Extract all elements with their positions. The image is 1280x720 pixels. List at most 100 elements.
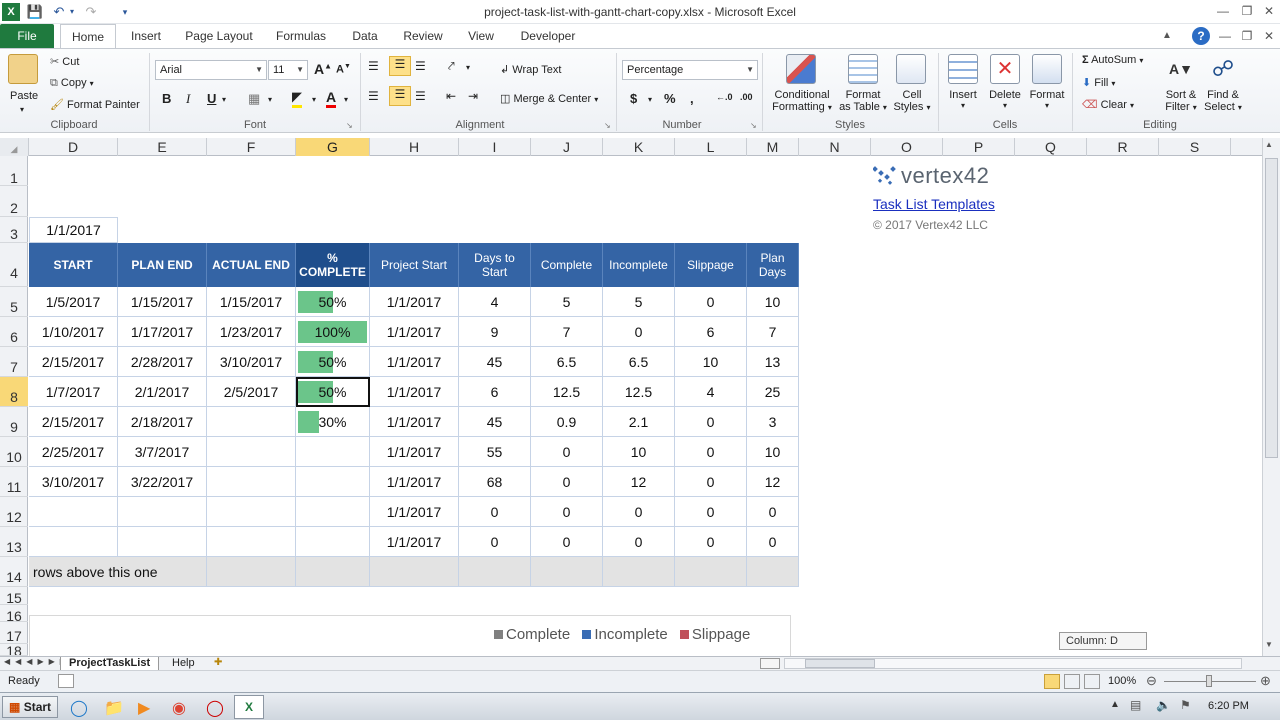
- currency-dropdown-icon[interactable]: ▾: [648, 95, 652, 104]
- split-box-icon[interactable]: [760, 658, 780, 669]
- pct-complete-cell[interactable]: 50%: [296, 347, 370, 377]
- slippage-cell[interactable]: 0: [675, 407, 747, 437]
- number-launcher-icon[interactable]: ↘: [750, 121, 757, 130]
- horizontal-scroll-thumb[interactable]: [805, 659, 875, 668]
- days-to-start-cell[interactable]: 45: [459, 407, 531, 437]
- header-start[interactable]: START: [29, 243, 118, 287]
- days-to-start-cell[interactable]: 0: [459, 527, 531, 557]
- conditional-formatting-button[interactable]: Conditional Formatting ▾: [770, 89, 834, 113]
- row-header-9[interactable]: 9: [0, 407, 28, 437]
- plan-days-cell[interactable]: 13: [747, 347, 799, 377]
- chrome-icon[interactable]: ◉: [172, 698, 186, 718]
- pct-complete-cell[interactable]: 100%: [296, 317, 370, 347]
- plan-end-cell[interactable]: 3/7/2017: [118, 437, 207, 467]
- font-size-combo[interactable]: 11 ▼: [268, 60, 308, 80]
- align-right-icon[interactable]: ☰: [415, 89, 426, 103]
- complete-cell[interactable]: 6.5: [531, 347, 603, 377]
- vertical-scrollbar[interactable]: ▲ ▼: [1262, 138, 1280, 656]
- select-all-corner[interactable]: ◢: [0, 138, 29, 156]
- column-header-s[interactable]: S: [1159, 138, 1231, 156]
- close-icon[interactable]: ✕: [1258, 2, 1280, 20]
- tab-file[interactable]: File: [0, 24, 54, 48]
- font-name-combo[interactable]: Arial ▼: [155, 60, 267, 80]
- currency-icon[interactable]: $: [630, 91, 637, 106]
- start-button[interactable]: ▦ Start: [2, 696, 59, 718]
- zoom-slider-thumb[interactable]: [1206, 675, 1212, 687]
- footer-cell[interactable]: [603, 557, 675, 587]
- actual-end-cell[interactable]: 1/15/2017: [207, 287, 296, 317]
- pct-complete-cell[interactable]: 30%: [296, 407, 370, 437]
- row-header-1[interactable]: 1: [0, 156, 28, 186]
- plan-days-cell[interactable]: 12: [747, 467, 799, 497]
- scroll-up-icon[interactable]: ▲: [1265, 140, 1273, 149]
- pct-complete-cell[interactable]: 50%: [296, 287, 370, 317]
- incomplete-cell[interactable]: 6.5: [603, 347, 675, 377]
- excel-taskbar-icon[interactable]: X: [234, 695, 264, 719]
- fill-button[interactable]: ⬇ Fill ▾: [1082, 76, 1115, 89]
- column-header-g[interactable]: G: [296, 138, 370, 156]
- column-header-l[interactable]: L: [675, 138, 747, 156]
- incomplete-cell[interactable]: 2.1: [603, 407, 675, 437]
- tab-page-layout[interactable]: Page Layout: [180, 24, 258, 48]
- normal-view-icon[interactable]: [1044, 674, 1060, 689]
- task-list-templates-link[interactable]: Task List Templates: [873, 196, 995, 212]
- plan-end-cell[interactable]: 2/28/2017: [118, 347, 207, 377]
- row-header-18[interactable]: 18: [0, 644, 28, 656]
- help-icon[interactable]: ?: [1192, 27, 1210, 45]
- font-color-dropdown-icon[interactable]: ▾: [344, 95, 348, 104]
- slippage-cell[interactable]: 0: [675, 287, 747, 317]
- footer-cell[interactable]: [675, 557, 747, 587]
- find-select-button[interactable]: Find & Select ▾: [1202, 89, 1244, 113]
- plan-days-cell[interactable]: 7: [747, 317, 799, 347]
- start-date-cell[interactable]: [29, 497, 118, 527]
- align-top-icon[interactable]: ☰: [368, 59, 379, 73]
- wrap-text-button[interactable]: ↲ Wrap Text: [500, 63, 561, 76]
- borders-dropdown-icon[interactable]: ▾: [268, 95, 272, 104]
- zoom-out-icon[interactable]: ⊖: [1146, 673, 1157, 689]
- bold-icon[interactable]: B: [162, 91, 171, 106]
- align-left-icon[interactable]: ☰: [368, 89, 379, 103]
- plan-days-cell[interactable]: 10: [747, 437, 799, 467]
- align-bottom-icon[interactable]: ☰: [415, 59, 426, 73]
- project-start-cell[interactable]: 1/1/2017: [370, 377, 459, 407]
- start-date-cell[interactable]: 2/25/2017: [29, 437, 118, 467]
- row-header-17[interactable]: 17: [0, 622, 28, 644]
- zoom-in-icon[interactable]: ⊕: [1260, 673, 1271, 689]
- complete-cell[interactable]: 0: [531, 467, 603, 497]
- number-format-combo[interactable]: Percentage ▼: [622, 60, 758, 80]
- plan-days-cell[interactable]: 3: [747, 407, 799, 437]
- column-header-o[interactable]: O: [871, 138, 943, 156]
- media-player-icon[interactable]: ▶: [138, 698, 150, 718]
- incomplete-cell[interactable]: 0: [603, 527, 675, 557]
- shrink-font-icon[interactable]: A▼: [336, 63, 351, 76]
- font-color-icon[interactable]: A: [326, 89, 337, 108]
- footer-cell[interactable]: [459, 557, 531, 587]
- project-start-cell[interactable]: 1/1/2017: [370, 527, 459, 557]
- row-header-8[interactable]: 8: [0, 377, 28, 407]
- orientation-icon[interactable]: ⤤: [448, 59, 455, 74]
- actual-end-cell[interactable]: 3/10/2017: [207, 347, 296, 377]
- page-break-view-icon[interactable]: [1084, 674, 1100, 689]
- borders-icon[interactable]: ▦: [248, 91, 260, 107]
- days-to-start-cell[interactable]: 68: [459, 467, 531, 497]
- clear-button[interactable]: ⌫ Clear ▾: [1082, 98, 1134, 111]
- pct-complete-cell[interactable]: [296, 497, 370, 527]
- macro-record-icon[interactable]: [58, 674, 74, 688]
- complete-cell[interactable]: 0.9: [531, 407, 603, 437]
- header-complete[interactable]: Complete: [531, 243, 603, 287]
- start-date-cell[interactable]: 1/10/2017: [29, 317, 118, 347]
- vertical-scroll-thumb[interactable]: [1265, 158, 1278, 458]
- format-cells-button[interactable]: Format ▾: [1026, 89, 1068, 110]
- underline-dropdown-icon[interactable]: ▾: [222, 95, 226, 104]
- header-incomplete[interactable]: Incomplete: [603, 243, 675, 287]
- sheet-tab-help[interactable]: Help: [166, 657, 201, 671]
- row-header-16[interactable]: 16: [0, 605, 28, 624]
- conditional-formatting-icon[interactable]: [786, 54, 816, 84]
- header-plan-days[interactable]: Plan Days: [747, 243, 799, 287]
- plan-end-cell[interactable]: [118, 527, 207, 557]
- column-header-h[interactable]: H: [370, 138, 459, 156]
- delete-cells-icon[interactable]: ✕: [990, 54, 1020, 84]
- header-actual-end[interactable]: ACTUAL END: [207, 243, 296, 287]
- explorer-icon[interactable]: 📁: [104, 698, 124, 718]
- underline-icon[interactable]: U: [207, 91, 216, 106]
